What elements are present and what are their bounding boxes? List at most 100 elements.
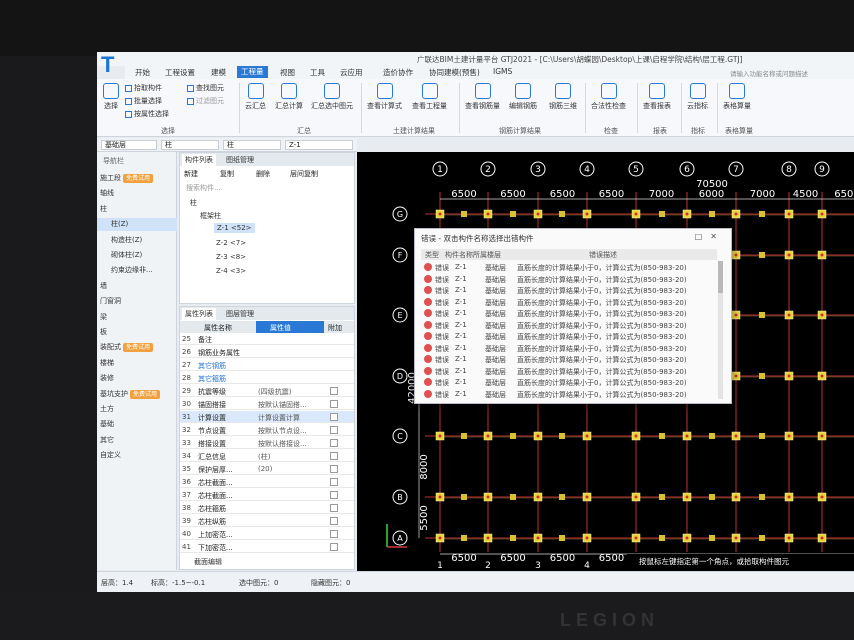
- nav-item[interactable]: 基坑支护 免费试用: [97, 388, 177, 401]
- property-value[interactable]: 按默认节点设...: [258, 426, 324, 436]
- select-button[interactable]: 选择: [103, 83, 119, 111]
- menu-igms[interactable]: IGMS: [493, 67, 512, 76]
- error-row[interactable]: 错误 Z-1 基础层 直筋长度的计算结果小于0，计算公式为(850-983-20): [421, 274, 717, 285]
- nav-item[interactable]: 施工段 免费试用: [97, 172, 177, 185]
- tab-drawing-manager[interactable]: 图纸管理: [226, 155, 254, 165]
- sum-calc-button[interactable]: 汇总计算: [275, 83, 303, 111]
- error-row[interactable]: 错误 Z-1 基础层 直筋长度的计算结果小于0，计算公式为(850-983-20): [421, 320, 717, 331]
- extra-checkbox[interactable]: [330, 426, 338, 434]
- property-value[interactable]: (20): [258, 465, 324, 473]
- error-row[interactable]: 错误 Z-1 基础层 直筋长度的计算结果小于0，计算公式为(850-983-20): [421, 389, 717, 400]
- error-component[interactable]: Z-1: [455, 286, 467, 294]
- nav-item[interactable]: 门窗洞: [97, 295, 177, 308]
- error-row[interactable]: 错误 Z-1 基础层 直筋长度的计算结果小于0，计算公式为(850-983-20): [421, 354, 717, 365]
- dialog-window-buttons[interactable]: □✕: [695, 232, 725, 241]
- sum-selected-button[interactable]: 汇总选中图元: [311, 83, 353, 111]
- menu-project-settings[interactable]: 工程设置: [165, 67, 195, 78]
- nav-item[interactable]: 轴线: [97, 187, 177, 200]
- app-logo-icon[interactable]: T: [101, 54, 121, 76]
- rebar-3d-button[interactable]: 钢筋三维: [549, 83, 577, 111]
- error-component[interactable]: Z-1: [455, 378, 467, 386]
- error-row[interactable]: 错误 Z-1 基础层 直筋长度的计算结果小于0，计算公式为(850-983-20): [421, 377, 717, 388]
- extra-checkbox[interactable]: [330, 517, 338, 525]
- nav-item[interactable]: 基础: [97, 418, 177, 431]
- error-component[interactable]: Z-1: [455, 332, 467, 340]
- tree-node-z2[interactable]: Z-2 <7>: [216, 239, 246, 247]
- nav-item[interactable]: 梁: [97, 311, 177, 324]
- new-button[interactable]: 新建: [184, 169, 198, 179]
- extra-checkbox[interactable]: [330, 543, 338, 551]
- cloud-index-button[interactable]: 云指标: [687, 83, 708, 111]
- property-row[interactable]: 40 上加密范...: [180, 528, 354, 540]
- nav-item[interactable]: 柱(Z): [97, 218, 177, 232]
- scroll-thumb[interactable]: [718, 261, 723, 293]
- close-icon[interactable]: ✕: [710, 232, 725, 241]
- extra-checkbox[interactable]: [330, 504, 338, 512]
- error-row[interactable]: 错误 Z-1 基础层 直筋长度的计算结果小于0，计算公式为(850-983-20): [421, 297, 717, 308]
- error-row[interactable]: 错误 Z-1 基础层 直筋长度的计算结果小于0，计算公式为(850-983-20): [421, 262, 717, 273]
- dialog-scrollbar[interactable]: [718, 261, 723, 399]
- tab-layer-manager[interactable]: 图层管理: [226, 309, 254, 319]
- type-select[interactable]: 柱: [161, 140, 219, 150]
- nav-item[interactable]: 装修: [97, 372, 177, 385]
- extra-checkbox[interactable]: [330, 387, 338, 395]
- legality-check-button[interactable]: 合法性检查: [591, 83, 626, 111]
- cloud-sum-button[interactable]: 云汇总: [245, 83, 266, 111]
- restore-icon[interactable]: □: [695, 232, 711, 241]
- feature-search-input[interactable]: 请输入功能名称或问题描述: [730, 68, 808, 78]
- error-component[interactable]: Z-1: [455, 309, 467, 317]
- error-component[interactable]: Z-1: [455, 390, 467, 398]
- property-row[interactable]: 39 芯柱纵筋: [180, 515, 354, 527]
- nav-item[interactable]: 板: [97, 326, 177, 339]
- nav-item[interactable]: 楼梯: [97, 357, 177, 370]
- property-row[interactable]: 41 下加密范...: [180, 541, 354, 553]
- floor-select[interactable]: 基础层: [101, 140, 157, 150]
- property-row[interactable]: 30 锚固搭接 按默认锚固搭...: [180, 398, 354, 410]
- tree-node-frame-column[interactable]: 框架柱: [200, 211, 221, 221]
- extra-checkbox[interactable]: [330, 478, 338, 486]
- find-shape-button[interactable]: 查找图元: [187, 83, 224, 93]
- view-calc-button[interactable]: 查看计算式: [367, 83, 402, 111]
- nav-item[interactable]: 构造柱(Z): [97, 234, 177, 247]
- property-row[interactable]: 37 芯柱截面...: [180, 489, 354, 501]
- property-value[interactable]: 计算设置计算: [258, 413, 324, 423]
- menu-cloud[interactable]: 云应用: [340, 67, 363, 78]
- select-by-attribute-button[interactable]: 按属性选择: [125, 109, 169, 119]
- property-row[interactable]: 26 钢筋业务属性: [180, 346, 354, 358]
- delete-button[interactable]: 删除: [256, 169, 270, 179]
- nav-item[interactable]: 砌体柱(Z): [97, 249, 177, 262]
- subtype-select[interactable]: 柱: [223, 140, 281, 150]
- view-rebar-button[interactable]: 查看钢筋量: [465, 83, 500, 111]
- error-row[interactable]: 错误 Z-1 基础层 直筋长度的计算结果小于0，计算公式为(850-983-20): [421, 343, 717, 354]
- tree-node-z4[interactable]: Z-4 <3>: [216, 267, 246, 275]
- tab-property-list[interactable]: 属性列表: [182, 308, 216, 320]
- tree-node-z3[interactable]: Z-3 <8>: [216, 253, 246, 261]
- property-value[interactable]: (柱): [258, 452, 324, 462]
- property-row[interactable]: 29 抗震等级 (四级抗震): [180, 385, 354, 397]
- nav-item[interactable]: 其它: [97, 434, 177, 447]
- property-row[interactable]: 32 节点设置 按默认节点设...: [180, 424, 354, 436]
- menu-view[interactable]: 视图: [280, 67, 295, 78]
- property-value[interactable]: (四级抗震): [258, 387, 324, 397]
- menu-collab-modeling[interactable]: 协同建模(预售): [429, 67, 480, 78]
- layer-copy-button[interactable]: 层间复制: [290, 169, 318, 179]
- nav-item[interactable]: 柱: [97, 203, 177, 216]
- property-row[interactable]: 36 芯柱截面...: [180, 476, 354, 488]
- property-row[interactable]: 25 备注: [180, 333, 354, 345]
- extra-checkbox[interactable]: [330, 413, 338, 421]
- extra-checkbox[interactable]: [330, 452, 338, 460]
- error-component[interactable]: Z-1: [455, 344, 467, 352]
- tree-node-z1[interactable]: Z-1 <52>: [214, 223, 255, 233]
- edit-rebar-button[interactable]: 编辑钢筋: [509, 83, 537, 111]
- extra-checkbox[interactable]: [330, 530, 338, 538]
- property-value[interactable]: 按默认锚固搭...: [258, 400, 324, 410]
- error-row[interactable]: 错误 Z-1 基础层 直筋长度的计算结果小于0，计算公式为(850-983-20): [421, 308, 717, 319]
- view-quantity-button[interactable]: 查看工程量: [412, 83, 447, 111]
- batch-select-button[interactable]: 批量选择: [125, 96, 162, 106]
- tree-node-column[interactable]: 柱: [190, 198, 197, 208]
- error-row[interactable]: 错误 Z-1 基础层 直筋长度的计算结果小于0，计算公式为(850-983-20): [421, 285, 717, 296]
- property-value[interactable]: 按默认搭接设...: [258, 439, 324, 449]
- copy-button[interactable]: 复制: [220, 169, 234, 179]
- menu-cost-collab[interactable]: 造价协作: [383, 67, 413, 78]
- error-component[interactable]: Z-1: [455, 367, 467, 375]
